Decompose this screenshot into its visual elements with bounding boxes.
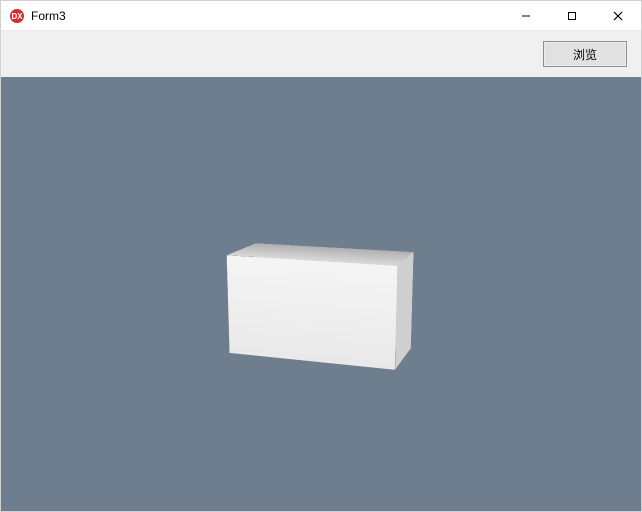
browse-button[interactable]: 浏览 <box>543 41 627 67</box>
box-3d <box>241 249 405 359</box>
viewport-3d[interactable] <box>1 77 641 511</box>
svg-text:DX: DX <box>11 12 23 21</box>
toolbar: 浏览 <box>1 31 641 77</box>
title-bar: DX Form3 <box>1 1 641 31</box>
box-face-front <box>227 255 398 370</box>
minimize-button[interactable] <box>503 1 549 30</box>
maximize-button[interactable] <box>549 1 595 30</box>
box-face-right <box>395 252 413 370</box>
window-controls <box>503 1 641 30</box>
app-icon: DX <box>9 8 25 24</box>
window-title: Form3 <box>31 9 66 23</box>
close-button[interactable] <box>595 1 641 30</box>
